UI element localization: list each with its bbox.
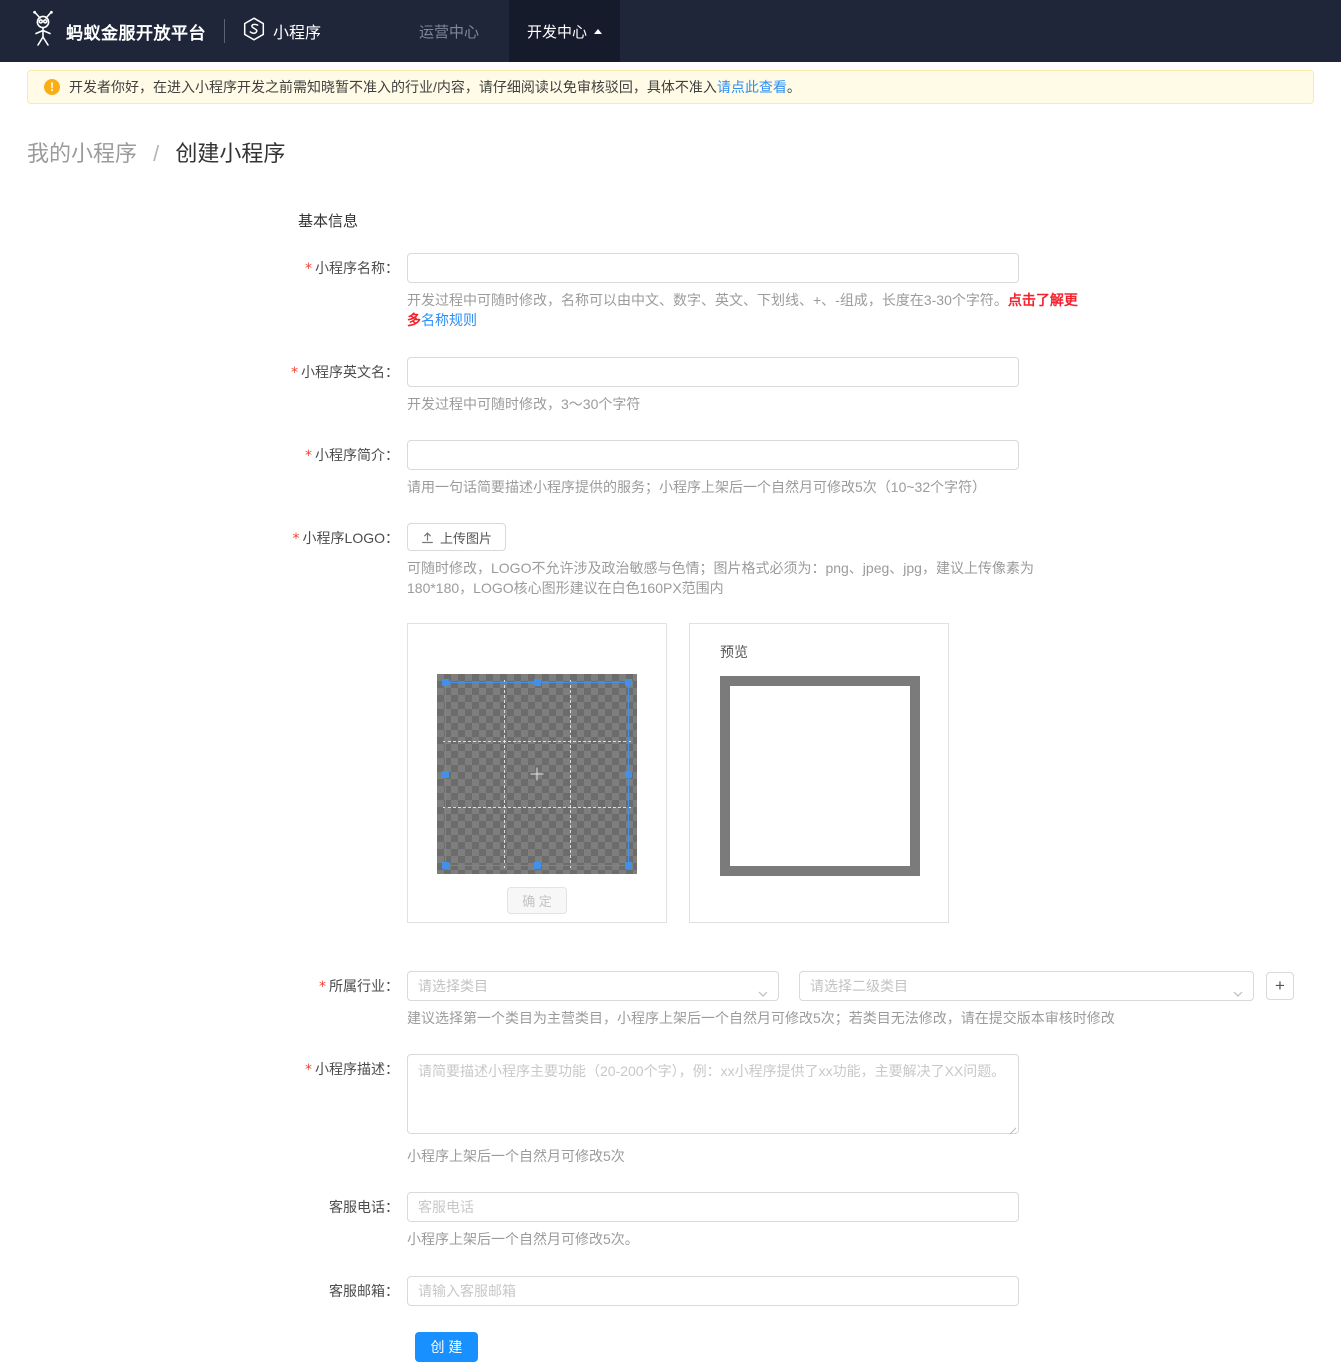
create-button[interactable]: 创 建 [415, 1331, 478, 1362]
nav-dev-center-label: 开发中心 [527, 23, 588, 41]
brand[interactable]: 蚂蚁金服开放平台 [30, 10, 206, 53]
required-mark: * [291, 364, 298, 381]
phone-input[interactable] [407, 1192, 1019, 1223]
caret-up-icon [594, 28, 603, 34]
app-intro-hint: 请用一句话简要描述小程序提供的服务；小程序上架后一个自然月可修改5次（10~32… [407, 478, 987, 495]
required-mark: * [305, 261, 312, 277]
preview-panel: 预览 [689, 622, 949, 923]
brand-divider [224, 19, 225, 43]
crop-canvas[interactable] [437, 673, 637, 874]
banner-suffix: 。 [786, 79, 801, 95]
app-intro-input[interactable] [407, 439, 1019, 470]
row-app-name: * 小程序名称： 开发过程中可随时修改，名称可以由中文、数字、英文、下划线、+、-… [0, 253, 1341, 331]
category-select-placeholder: 请选择类目 [418, 977, 488, 994]
phone-hint: 小程序上架后一个自然月可修改5次。 [407, 1231, 639, 1248]
chevron-down-icon [758, 984, 768, 1000]
miniprogram-icon [243, 16, 265, 46]
nav-dev-center[interactable]: 开发中心 [509, 0, 621, 62]
app-logo-label: * 小程序LOGO： [292, 530, 399, 548]
logo-cropper-area: 确 定 预览 [407, 622, 1327, 923]
crop-handle[interactable] [442, 770, 449, 778]
crop-handle[interactable] [625, 678, 632, 686]
crop-center-cross-icon [530, 767, 544, 781]
crop-handle[interactable] [534, 861, 541, 869]
description-hint: 小程序上架后一个自然月可修改5次 [407, 1148, 625, 1165]
top-navbar: 蚂蚁金服开放平台 小程序 运营中心 开发中心 [0, 0, 1341, 62]
row-app-intro: * 小程序简介： 请用一句话简要描述小程序提供的服务；小程序上架后一个自然月可修改… [0, 439, 1341, 497]
app-logo-hint: 可随时修改，LOGO不允许涉及政治敏感与色情；图片格式必须为：png、jpeg、… [407, 560, 1034, 597]
breadcrumb-parent[interactable]: 我的小程序 [27, 141, 137, 166]
crop-handle[interactable] [534, 678, 541, 686]
phone-label: 客服电话： [329, 1199, 399, 1216]
email-label: 客服邮箱： [329, 1282, 399, 1299]
required-mark: * [292, 531, 300, 548]
banner-text: 开发者你好，在进入小程序开发之前需知晓暂不准入的行业/内容，请仔细阅读以免审核驳… [69, 79, 717, 95]
upload-icon [422, 531, 433, 543]
app-name-label: * 小程序名称： [305, 260, 399, 277]
row-email: 客服邮箱： [0, 1275, 1341, 1306]
crop-handle[interactable] [625, 770, 632, 778]
product[interactable]: 小程序 [243, 16, 322, 46]
row-app-en-name: * 小程序英文名： 开发过程中可随时修改，3～30个字符 [0, 356, 1341, 414]
upload-image-button[interactable]: 上传图片 [407, 523, 507, 552]
crop-handle[interactable] [625, 861, 632, 869]
page-title: 创建小程序 [175, 141, 286, 166]
description-textarea[interactable] [407, 1054, 1019, 1135]
section-title: 基本信息 [298, 213, 359, 230]
row-description: *小程序描述： 小程序上架后一个自然月可修改5次 [0, 1054, 1341, 1166]
main-nav: 运营中心 开发中心 [389, 0, 621, 62]
crop-handle[interactable] [442, 861, 449, 869]
app-name-hint: 开发过程中可随时修改，名称可以由中文、数字、英文、下划线、+、-组成，长度在3-… [407, 292, 1078, 329]
row-industry: * 所属行业： 请选择类目 请选择二级类目 + 建议选择第一个类目为主营类目，小… [0, 970, 1341, 1028]
add-category-button[interactable]: + [1266, 971, 1294, 1000]
name-rules-link[interactable]: 名称规则 [421, 312, 477, 328]
brand-title: 蚂蚁金服开放平台 [66, 23, 206, 43]
logo-preview-frame [720, 675, 920, 876]
crop-confirm-button[interactable]: 确 定 [507, 886, 567, 914]
subcategory-select-placeholder: 请选择二级类目 [810, 977, 908, 994]
subcategory-select[interactable]: 请选择二级类目 [799, 970, 1254, 1001]
app-intro-label: * 小程序简介： [305, 446, 399, 464]
chevron-down-icon [1233, 984, 1243, 1000]
crop-panel: 确 定 [407, 622, 667, 923]
app-en-name-label: * 小程序英文名： [291, 363, 399, 381]
industry-label: * 所属行业： [319, 977, 399, 995]
banner-link[interactable]: 请点此查看 [717, 77, 787, 97]
required-mark: * [305, 447, 312, 464]
notice-banner: ! 开发者你好，在进入小程序开发之前需知晓暂不准入的行业/内容，请仔细阅读以免审… [27, 70, 1314, 104]
app-en-name-hint: 开发过程中可随时修改，3～30个字符 [407, 395, 641, 412]
breadcrumb-separator: / [153, 141, 160, 166]
app-en-name-input[interactable] [407, 356, 1019, 387]
industry-hint: 建议选择第一个类目为主营类目，小程序上架后一个自然月可修改5次；若类目无法修改，… [407, 1009, 1115, 1026]
required-mark: * [319, 978, 326, 995]
warning-icon: ! [44, 79, 60, 95]
email-input[interactable] [407, 1275, 1019, 1306]
breadcrumb: 我的小程序 / 创建小程序 [27, 136, 1341, 168]
create-miniprogram-form: * 小程序名称： 开发过程中可随时修改，名称可以由中文、数字、英文、下划线、+、-… [0, 253, 1341, 1362]
product-title: 小程序 [273, 25, 322, 42]
required-mark: * [305, 1062, 312, 1079]
crop-selection[interactable] [442, 678, 632, 869]
crop-handle[interactable] [442, 678, 449, 686]
preview-label: 预览 [720, 643, 748, 660]
category-select[interactable]: 请选择类目 [407, 970, 779, 1001]
description-label: * 小程序描述： [305, 1061, 399, 1079]
row-app-logo: * 小程序LOGO： 上传图片 可随时修改，LOGO不允许涉及政治敏感与色情；图片… [0, 523, 1341, 971]
row-phone: 客服电话： 小程序上架后一个自然月可修改5次。 [0, 1192, 1341, 1249]
app-name-input[interactable] [407, 253, 1019, 283]
nav-operations-center[interactable]: 运营中心 [389, 0, 509, 62]
ant-logo-icon [30, 10, 56, 53]
upload-button-label: 上传图片 [440, 530, 493, 546]
